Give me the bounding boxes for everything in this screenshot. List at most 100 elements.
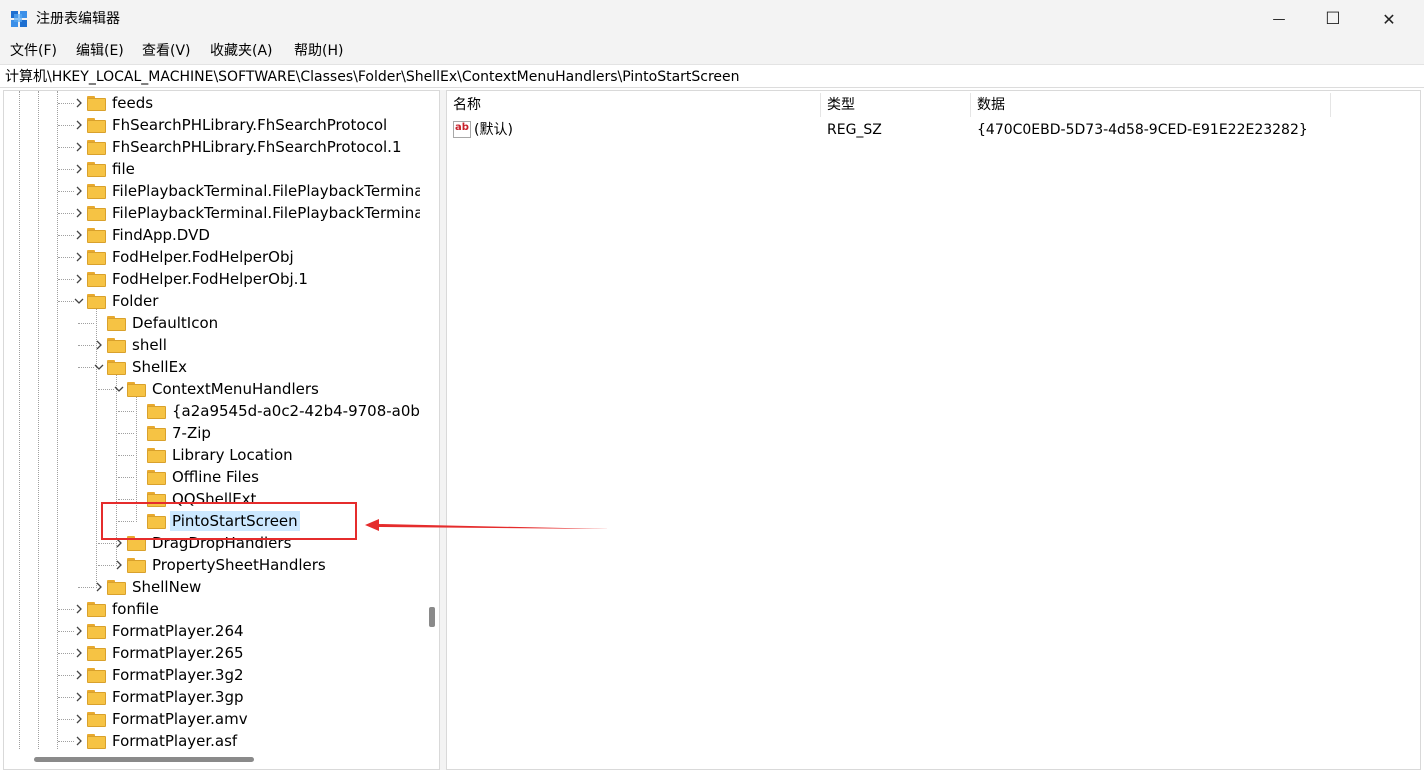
tree-node[interactable]: PropertySheetHandlers bbox=[4, 554, 420, 576]
tree-node[interactable]: FormatPlayer.3g2 bbox=[4, 664, 420, 686]
folder-icon bbox=[87, 272, 106, 287]
chevron-right-icon[interactable] bbox=[75, 164, 83, 174]
chevron-right-icon[interactable] bbox=[75, 626, 83, 636]
folder-icon bbox=[147, 426, 166, 441]
tree-node[interactable]: FodHelper.FodHelperObj bbox=[4, 246, 420, 268]
tree-node-label: FilePlaybackTerminal.FilePlaybackTermina… bbox=[112, 204, 420, 222]
tree-node[interactable]: Offline Files bbox=[4, 466, 420, 488]
chevron-right-icon[interactable] bbox=[75, 692, 83, 702]
tree-node[interactable]: file bbox=[4, 158, 420, 180]
tree-connector bbox=[58, 609, 74, 610]
tree-connector bbox=[98, 543, 114, 544]
tree-node[interactable]: FodHelper.FodHelperObj.1 bbox=[4, 268, 420, 290]
chevron-right-icon[interactable] bbox=[75, 274, 83, 284]
tree-node[interactable]: Folder bbox=[4, 290, 420, 312]
menu-file[interactable]: 文件(F) bbox=[10, 42, 57, 60]
folder-icon bbox=[87, 228, 106, 243]
key-tree: feeds FhSearchPHLibrary.FhSearchProtocol F… bbox=[4, 91, 420, 749]
tree-horizontal-scroll-thumb[interactable] bbox=[34, 757, 254, 762]
chevron-right-icon[interactable] bbox=[75, 98, 83, 108]
column-header-data[interactable]: 数据 bbox=[971, 93, 1331, 117]
folder-icon bbox=[87, 712, 106, 727]
close-button[interactable]: ✕ bbox=[1362, 0, 1416, 38]
maximize-button[interactable]: ☐ bbox=[1306, 0, 1360, 38]
tree-connector bbox=[58, 631, 74, 632]
chevron-down-icon[interactable] bbox=[74, 297, 84, 305]
chevron-right-icon[interactable] bbox=[75, 186, 83, 196]
tree-node[interactable]: FormatPlayer.asf bbox=[4, 730, 420, 749]
chevron-right-icon[interactable] bbox=[75, 208, 83, 218]
folder-icon bbox=[87, 734, 106, 749]
tree-node[interactable]: Library Location bbox=[4, 444, 420, 466]
tree-node[interactable]: 7-Zip bbox=[4, 422, 420, 444]
tree-node[interactable]: fonfile bbox=[4, 598, 420, 620]
chevron-right-icon[interactable] bbox=[95, 340, 103, 350]
tree-node[interactable]: FindApp.DVD bbox=[4, 224, 420, 246]
tree-node[interactable]: FilePlaybackTerminal.FilePlaybackTermina… bbox=[4, 202, 420, 224]
tree-node[interactable]: FormatPlayer.265 bbox=[4, 642, 420, 664]
tree-node[interactable]: FormatPlayer.amv bbox=[4, 708, 420, 730]
chevron-right-icon[interactable] bbox=[75, 736, 83, 746]
chevron-right-icon[interactable] bbox=[75, 648, 83, 658]
chevron-right-icon[interactable] bbox=[75, 230, 83, 240]
minimize-button[interactable]: — bbox=[1252, 0, 1306, 38]
folder-icon bbox=[87, 602, 106, 617]
values-list-pane[interactable]: 名称 类型 数据 ab (默认) REG_SZ {470C0EBD-5D73-4… bbox=[446, 90, 1421, 770]
string-value-icon: ab bbox=[453, 121, 471, 138]
tree-node[interactable]: ShellNew bbox=[4, 576, 420, 598]
tree-node[interactable]: FormatPlayer.3gp bbox=[4, 686, 420, 708]
column-header-name[interactable]: 名称 bbox=[447, 93, 821, 117]
tree-node[interactable]: FhSearchPHLibrary.FhSearchProtocol bbox=[4, 114, 420, 136]
tree-node[interactable]: DefaultIcon bbox=[4, 312, 420, 334]
tree-node-label: FormatPlayer.amv bbox=[112, 710, 248, 728]
chevron-right-icon[interactable] bbox=[75, 714, 83, 724]
folder-icon bbox=[87, 206, 106, 221]
tree-node-label: FormatPlayer.3g2 bbox=[112, 666, 244, 684]
tree-node-label: Offline Files bbox=[172, 468, 259, 486]
menu-edit[interactable]: 编辑(E) bbox=[76, 42, 124, 60]
folder-icon bbox=[87, 624, 106, 639]
tree-vertical-scrollbar[interactable] bbox=[420, 91, 439, 749]
folder-icon bbox=[127, 382, 146, 397]
tree-node-label: FindApp.DVD bbox=[112, 226, 210, 244]
menu-bar: 文件(F) 编辑(E) 查看(V) 收藏夹(A) 帮助(H) bbox=[0, 38, 1424, 64]
folder-icon bbox=[87, 184, 106, 199]
tree-node[interactable]: shell bbox=[4, 334, 420, 356]
chevron-right-icon[interactable] bbox=[75, 670, 83, 680]
tree-node[interactable]: ContextMenuHandlers bbox=[4, 378, 420, 400]
chevron-right-icon[interactable] bbox=[75, 142, 83, 152]
chevron-down-icon[interactable] bbox=[94, 363, 104, 371]
chevron-right-icon[interactable] bbox=[115, 560, 123, 570]
folder-icon bbox=[87, 646, 106, 661]
pane-resize-handle[interactable] bbox=[429, 607, 435, 627]
column-header-type[interactable]: 类型 bbox=[821, 93, 971, 117]
address-bar[interactable]: 计算机\HKEY_LOCAL_MACHINE\SOFTWARE\Classes\… bbox=[0, 64, 1424, 88]
chevron-right-icon[interactable] bbox=[75, 252, 83, 262]
key-tree-pane[interactable]: feeds FhSearchPHLibrary.FhSearchProtocol F… bbox=[3, 90, 440, 770]
tree-node-label: Folder bbox=[112, 292, 159, 310]
tree-horizontal-scrollbar[interactable] bbox=[4, 749, 439, 769]
tree-connector bbox=[78, 345, 94, 346]
chevron-right-icon[interactable] bbox=[75, 604, 83, 614]
chevron-right-icon[interactable] bbox=[75, 120, 83, 130]
tree-node-label: DefaultIcon bbox=[132, 314, 219, 332]
tree-connector bbox=[118, 411, 134, 412]
tree-connector bbox=[58, 125, 74, 126]
tree-connector bbox=[58, 235, 74, 236]
menu-favorites[interactable]: 收藏夹(A) bbox=[210, 42, 273, 60]
tree-node[interactable]: FormatPlayer.264 bbox=[4, 620, 420, 642]
menu-view[interactable]: 查看(V) bbox=[142, 42, 191, 60]
tree-node[interactable]: {a2a9545d-a0c2-42b4-9708-a0b2badd77c8} bbox=[4, 400, 420, 422]
tree-node[interactable]: FhSearchPHLibrary.FhSearchProtocol.1 bbox=[4, 136, 420, 158]
tree-connector bbox=[78, 323, 94, 324]
tree-node[interactable]: ShellEx bbox=[4, 356, 420, 378]
tree-node[interactable]: FilePlaybackTerminal.FilePlaybackTermina… bbox=[4, 180, 420, 202]
tree-node[interactable]: feeds bbox=[4, 92, 420, 114]
chevron-down-icon[interactable] bbox=[114, 385, 124, 393]
value-type: REG_SZ bbox=[827, 122, 882, 138]
tree-connector bbox=[118, 477, 134, 478]
tree-node-label: {a2a9545d-a0c2-42b4-9708-a0b2badd77c8} bbox=[172, 402, 420, 420]
menu-help[interactable]: 帮助(H) bbox=[294, 42, 343, 60]
chevron-right-icon[interactable] bbox=[95, 582, 103, 592]
tree-connector bbox=[58, 741, 74, 742]
